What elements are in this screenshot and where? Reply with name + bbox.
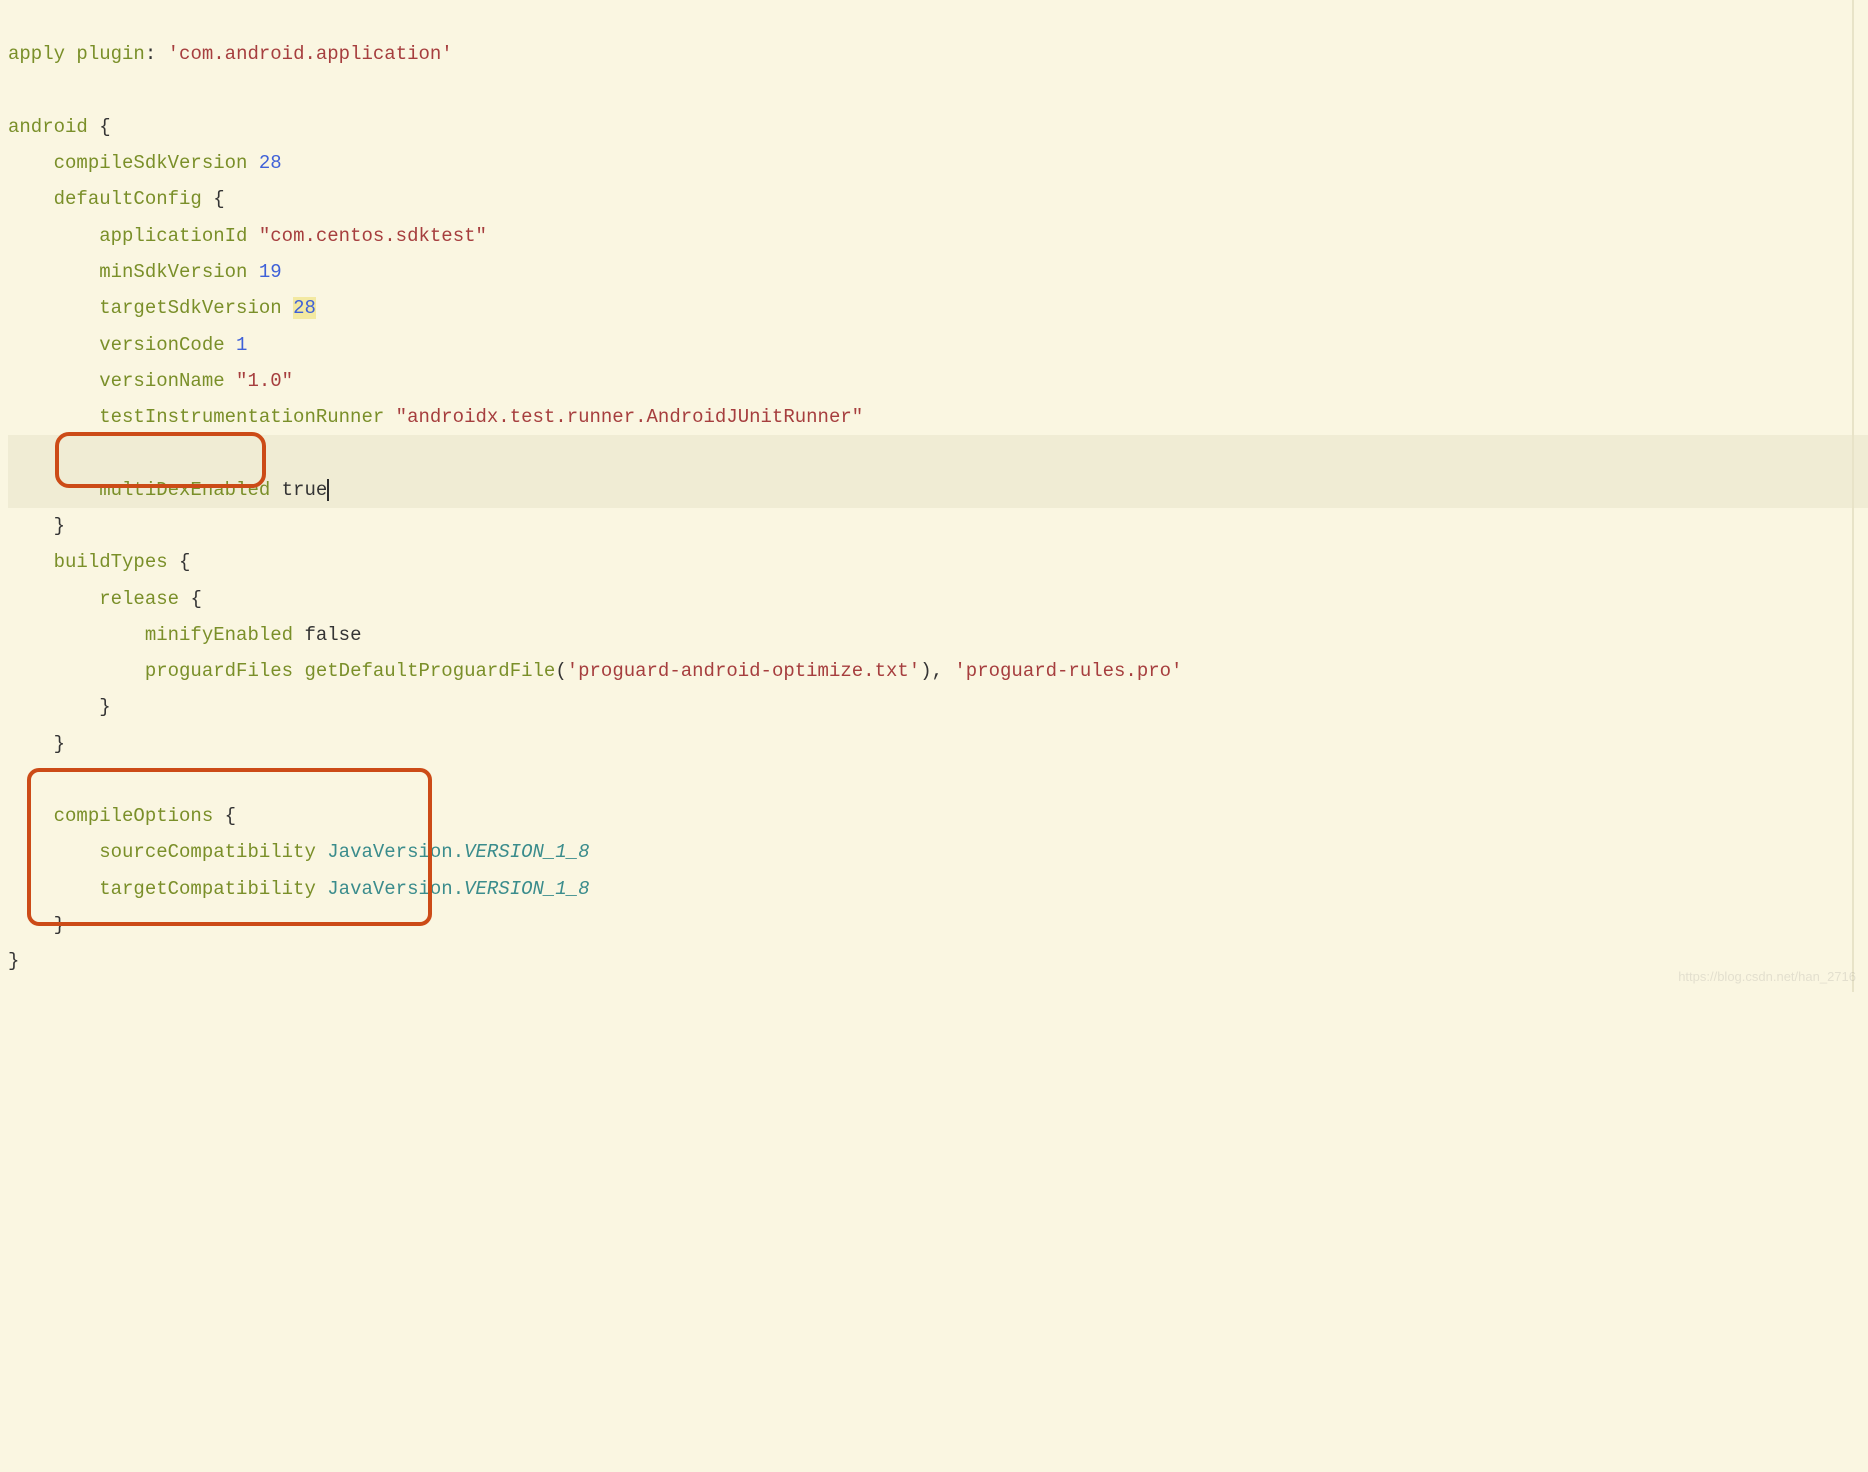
compileOptions: compileOptions [54,805,225,827]
compileSdkVersion-value: 28 [259,152,282,174]
multiDexEnabled: multiDexEnabled [99,479,281,501]
targetSdkVersion: targetSdkVersion [99,297,293,319]
minSdkVersion-value: 19 [259,261,282,283]
kw-android: android [8,116,88,138]
sourceCompatibility: sourceCompatibility [99,841,327,863]
dot: . [453,878,464,900]
brace: { [225,805,236,827]
testInstrumentationRunner-value: "androidx.test.runner.AndroidJUnitRunner… [396,406,863,428]
proguardFiles: proguardFiles [145,660,305,682]
paren: ( [555,660,566,682]
buildTypes: buildTypes [54,551,179,573]
javaversion-class: JavaVersion [327,841,452,863]
brace: { [213,188,224,210]
plugin-value: 'com.android.application' [168,43,453,65]
brace: { [190,588,201,610]
minSdkVersion: minSdkVersion [99,261,259,283]
versionCode: versionCode [99,334,236,356]
brace-close: } [99,696,110,718]
editor-margin-line [1852,0,1854,992]
colon: : [145,43,168,65]
multiDexEnabled-value: true [282,479,330,501]
brace-close: } [54,914,65,936]
minifyEnabled: minifyEnabled [145,624,305,646]
compileSdkVersion: compileSdkVersion [54,152,259,174]
paren: ) [920,660,931,682]
comma: , [932,660,955,682]
targetSdkVersion-value: 28 [293,297,316,319]
code-editor[interactable]: apply plugin: 'com.android.application' … [0,0,1868,992]
kw-plugin: plugin [76,43,144,65]
current-line: multiDexEnabled true [8,435,1868,508]
versionName-value: "1.0" [236,370,293,392]
brace: { [88,116,111,138]
version-1-8: VERSION_1_8 [464,841,589,863]
targetCompatibility: targetCompatibility [99,878,327,900]
getDefaultProguardFile: getDefaultProguardFile [304,660,555,682]
watermark-text: https://blog.csdn.net/han_2716 [1678,965,1856,990]
versionName: versionName [99,370,236,392]
applicationId: applicationId [99,225,259,247]
brace-close: } [8,950,19,972]
applicationId-value: "com.centos.sdktest" [259,225,487,247]
kw-apply: apply [8,43,65,65]
defaultConfig: defaultConfig [54,188,214,210]
brace: { [179,551,190,573]
versionCode-value: 1 [236,334,247,356]
release: release [99,588,190,610]
version-1-8: VERSION_1_8 [464,878,589,900]
minifyEnabled-value: false [304,624,361,646]
dot: . [453,841,464,863]
brace-close: } [54,733,65,755]
proguard-txt: 'proguard-android-optimize.txt' [567,660,920,682]
proguard-rules: 'proguard-rules.pro' [954,660,1182,682]
javaversion-class: JavaVersion [327,878,452,900]
testInstrumentationRunner: testInstrumentationRunner [99,406,395,428]
brace-close: } [54,515,65,537]
